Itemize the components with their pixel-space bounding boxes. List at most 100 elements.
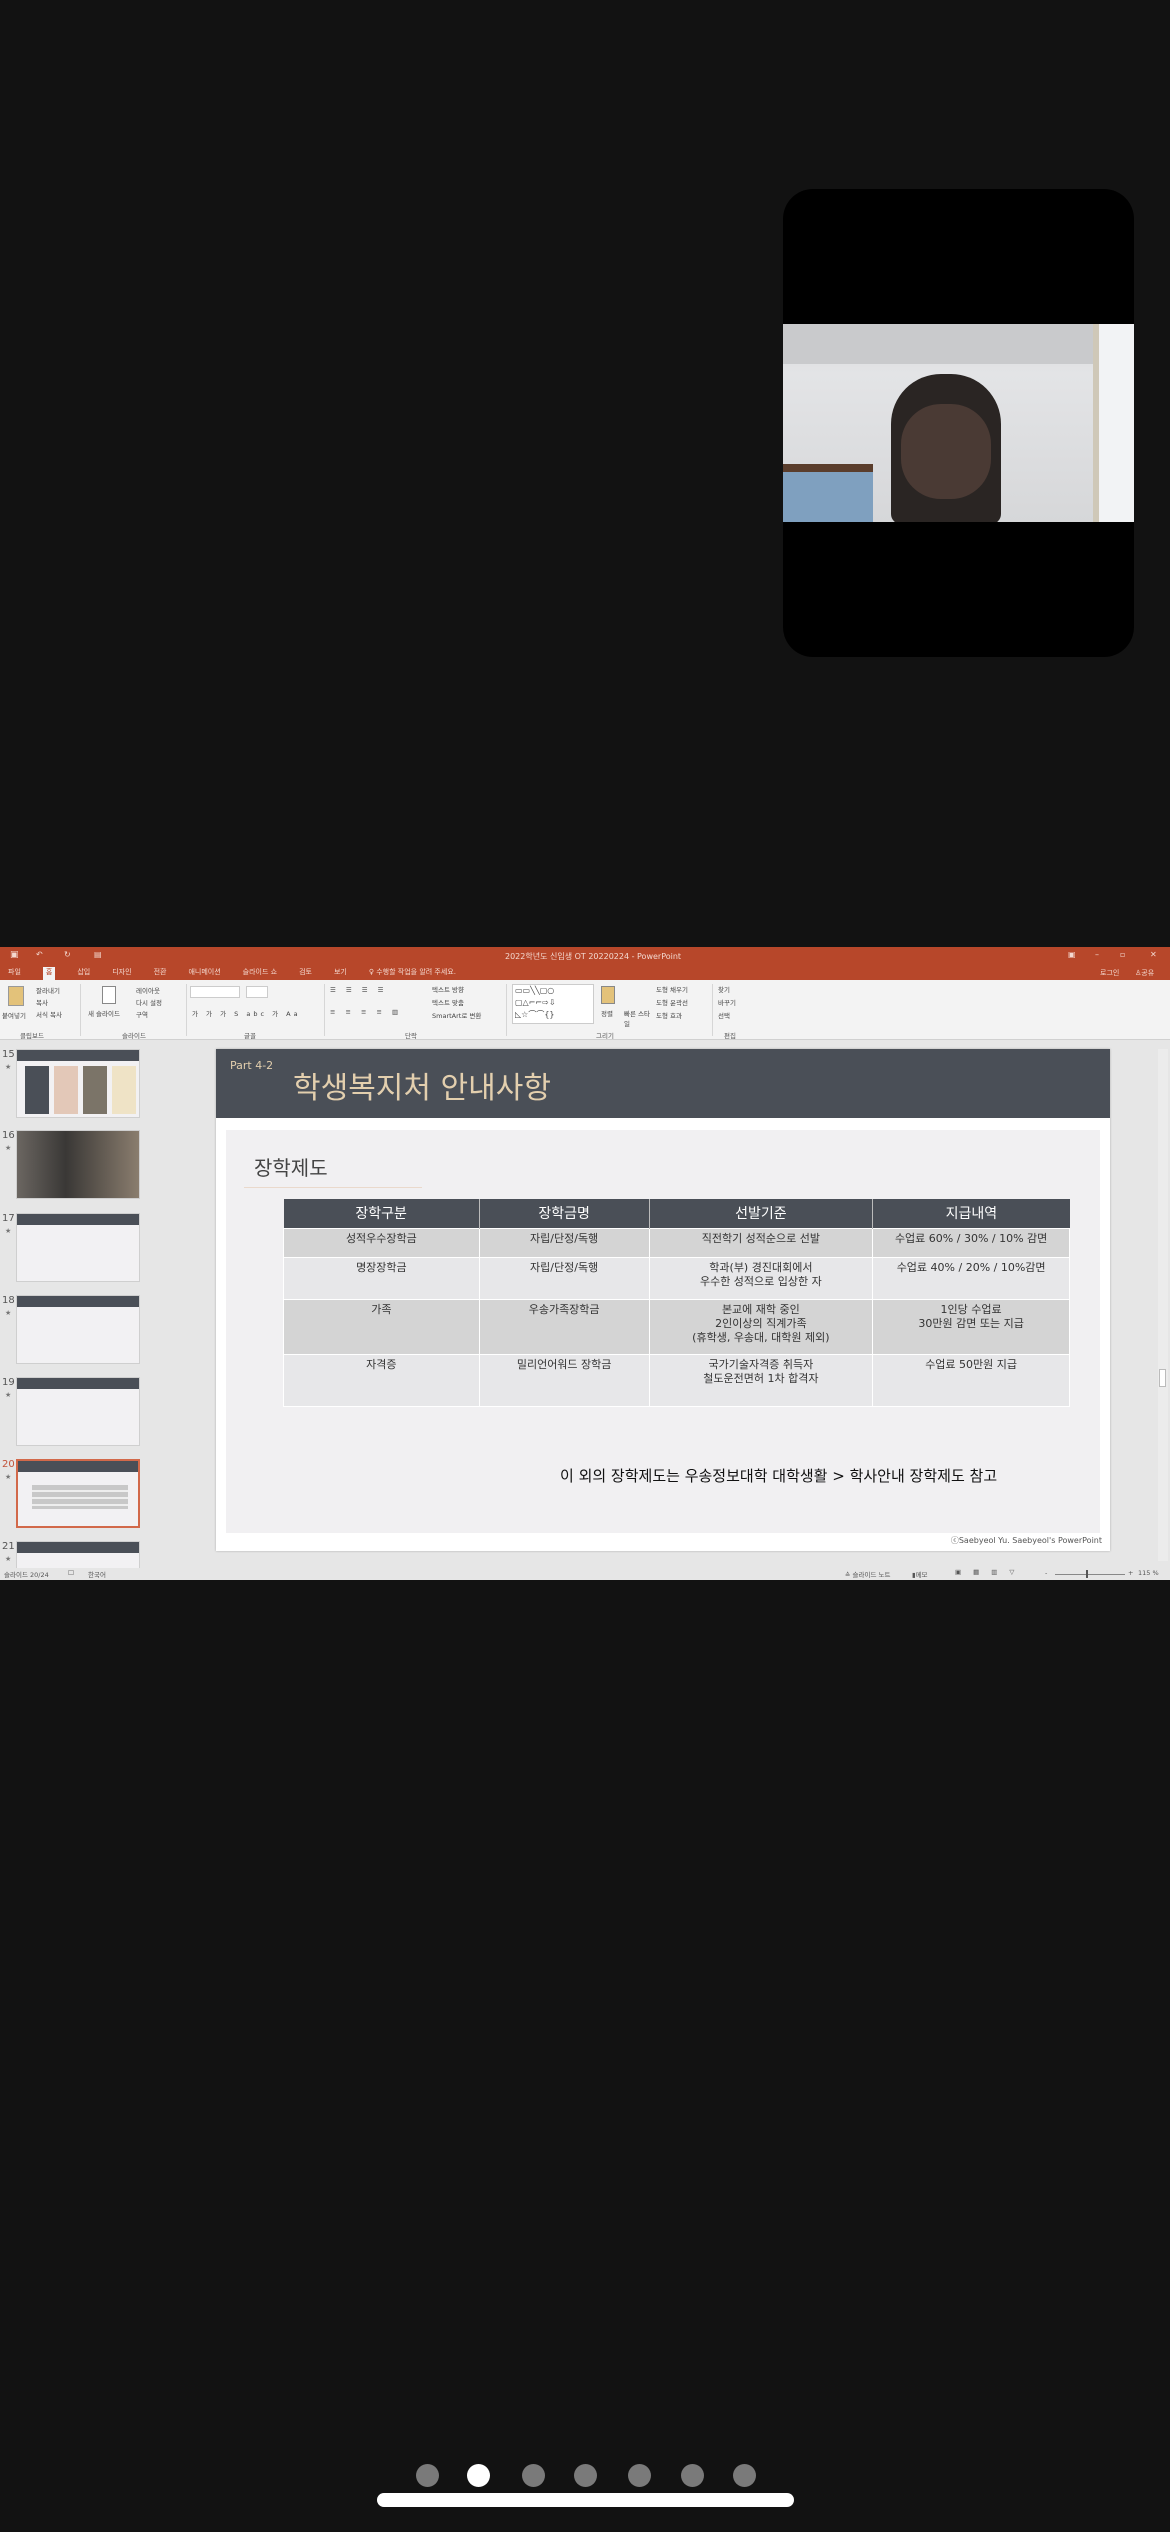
slide-thumbnail[interactable] <box>16 1295 140 1364</box>
thumbnail-header <box>17 1214 139 1225</box>
zoom-level[interactable]: 115 % <box>1138 1569 1159 1577</box>
reset-button[interactable]: 다시 설정 <box>136 997 162 1007</box>
shape-fill-button[interactable]: 도형 채우기 <box>656 984 688 994</box>
slide-thumbnail[interactable] <box>16 1377 140 1446</box>
slide-title: 학생복지처 안내사항 <box>293 1071 551 1106</box>
slide-thumbnail[interactable] <box>16 1213 140 1282</box>
list-buttons[interactable]: ☰ ☰ ☰ ☰ <box>330 986 388 994</box>
cut-button[interactable]: 잘라내기 <box>36 985 60 995</box>
smartart-button[interactable]: SmartArt로 변환 <box>432 1010 481 1020</box>
tab-slideshow[interactable]: 슬라이드 쇼 <box>243 967 277 980</box>
title-bar: ▣ ↶ ↻ ▤ 2022학년도 신입생 OT 20220224 - PowerP… <box>0 947 1170 980</box>
tab-file[interactable]: 파일 <box>8 967 21 980</box>
close-icon[interactable]: ✕ <box>1150 950 1157 959</box>
new-slide-icon[interactable] <box>102 986 116 1004</box>
share-button[interactable]: ♙공유 <box>1135 968 1154 978</box>
shape-effects-button[interactable]: 도형 효과 <box>656 1010 682 1020</box>
thumbnail-number: 16 <box>2 1130 15 1141</box>
tab-design[interactable]: 디자인 <box>112 967 131 980</box>
replace-button[interactable]: 바꾸기 <box>718 997 736 1007</box>
select-button[interactable]: 선택 <box>718 1010 730 1020</box>
slide-canvas[interactable]: Part 4-2 학생복지처 안내사항 장학제도 장학구분 장학금명 선발기준 … <box>216 1049 1110 1551</box>
thumbnail-number: 20 <box>2 1459 15 1470</box>
notes-button[interactable]: ≙ 슬라이드 노트 <box>845 1569 890 1579</box>
table-cell: 명장장학금 <box>283 1256 480 1300</box>
slide-thumbnail[interactable] <box>16 1459 140 1528</box>
maximize-icon[interactable]: ▫ <box>1120 950 1125 959</box>
font-format-buttons[interactable]: 가 가 가 S abc 가 Aa <box>192 1008 301 1018</box>
zoom-out-button[interactable]: - <box>1045 1569 1047 1577</box>
shapes-gallery[interactable]: ▭▭╲╲▢○ ▢△⌐⌐⇨⇩ ◺☆⌒⌒{} <box>512 984 594 1024</box>
shape-outline-button[interactable]: 도형 윤곽선 <box>656 997 688 1007</box>
column-header: 선발기준 <box>649 1199 874 1228</box>
table-cell: 가족 <box>283 1298 480 1355</box>
font-size-select[interactable] <box>246 986 268 998</box>
star-icon: ★ <box>5 1063 12 1071</box>
arrange-button[interactable]: 정렬 <box>601 1008 613 1018</box>
copyright: ⓒSaebyeol Yu. Saebyeol's PowerPoint <box>950 1536 1102 1545</box>
minimize-icon[interactable]: – <box>1095 950 1099 959</box>
page-dot[interactable] <box>574 2464 597 2487</box>
arrange-icon[interactable] <box>601 986 615 1004</box>
format-painter-button[interactable]: 서식 복사 <box>36 1009 62 1019</box>
page-dot[interactable] <box>628 2464 651 2487</box>
tab-home[interactable]: 홈 <box>42 967 56 980</box>
table-cell: 우송가족장학금 <box>478 1298 650 1355</box>
scholarship-table: 장학구분 장학금명 선발기준 지급내역 성적우수장학금 자립/단정/독행 직전학기 … <box>283 1199 1070 1407</box>
page-dot[interactable] <box>416 2464 439 2487</box>
copy-button[interactable]: 복사 <box>36 997 48 1007</box>
paste-button[interactable]: 붙여넣기 <box>2 1010 26 1020</box>
editor-scrollbar[interactable] <box>1158 1049 1168 1561</box>
tab-view[interactable]: 보기 <box>334 967 347 980</box>
page-dot[interactable] <box>467 2464 490 2487</box>
font-name-select[interactable] <box>190 986 240 998</box>
scrollbar-thumb[interactable] <box>1159 1369 1166 1387</box>
comment-icon[interactable]: ☐ <box>68 1569 74 1577</box>
ribbon-options-icon[interactable]: ▣ <box>1068 950 1076 959</box>
home-indicator[interactable] <box>377 2493 794 2507</box>
present-icon[interactable]: ▤ <box>94 950 102 959</box>
login-link[interactable]: 로그인 <box>1100 968 1119 978</box>
zoom-slider[interactable] <box>1055 1574 1125 1575</box>
subtitle-underline <box>244 1187 422 1188</box>
save-icon[interactable]: ▣ <box>10 950 19 960</box>
zoom-slider-thumb[interactable] <box>1086 1570 1088 1578</box>
section-button[interactable]: 구역 <box>136 1009 148 1019</box>
tab-transitions[interactable]: 전환 <box>154 967 167 980</box>
tell-me-input[interactable]: ♀ 수행할 작업을 알려 주세요. <box>369 967 456 980</box>
language[interactable]: 한국어 <box>88 1569 106 1579</box>
comments-button[interactable]: ▮메모 <box>912 1569 928 1579</box>
find-button[interactable]: 찾기 <box>718 984 730 994</box>
redo-icon[interactable]: ↻ <box>64 950 71 959</box>
notes-label: 슬라이드 노트 <box>852 1571 891 1579</box>
tab-animations[interactable]: 애니메이션 <box>188 967 220 980</box>
view-buttons[interactable]: ▣▦▥▽ <box>955 1568 1026 1576</box>
undo-icon[interactable]: ↶ <box>36 950 43 959</box>
video-tile[interactable] <box>783 189 1134 657</box>
slide-thumbnail[interactable] <box>16 1049 140 1118</box>
new-slide-button[interactable]: 새 슬라이드 <box>88 1008 120 1018</box>
ribbon-tabs: 파일 홈 삽입 디자인 전환 애니메이션 슬라이드 쇼 검토 보기 ♀ 수행할 … <box>8 967 456 980</box>
slide-content: 장학제도 장학구분 장학금명 선발기준 지급내역 성적우수장학금 자립/단정/독행… <box>226 1130 1100 1533</box>
align-buttons[interactable]: ≡ ≡ ≡ ≡ ▥ <box>330 1008 402 1016</box>
window-title: 2022학년도 신입생 OT 20220224 - PowerPoint <box>505 952 682 961</box>
page-dot[interactable] <box>522 2464 545 2487</box>
face <box>901 404 991 499</box>
star-icon: ★ <box>5 1309 12 1317</box>
layout-button[interactable]: 레이아웃 <box>136 985 160 995</box>
align-text-button[interactable]: 텍스트 맞춤 <box>432 997 464 1007</box>
table-cell: 성적우수장학금 <box>283 1227 480 1258</box>
table-header-row: 장학구분 장학금명 선발기준 지급내역 <box>283 1199 1070 1228</box>
tab-review[interactable]: 검토 <box>299 967 312 980</box>
page-dot[interactable] <box>733 2464 756 2487</box>
zoom-in-button[interactable]: + <box>1128 1569 1133 1577</box>
table-row: 가족 우송가족장학금 본교에 재학 중인 2인이상의 직계가족 (휴학생, 우송대,… <box>283 1298 1070 1355</box>
tab-insert[interactable]: 삽입 <box>77 967 90 980</box>
slide-thumbnail[interactable] <box>16 1130 140 1199</box>
slide-thumbnail[interactable] <box>16 1541 140 1568</box>
text-direction-button[interactable]: 텍스트 방향 <box>432 984 464 994</box>
slide-thumbnail-pane: 15 ★ 16 ★ 17 ★ 18 ★ 19 ★ 20 ★ 21 ★ <box>0 1041 152 1568</box>
paste-icon[interactable] <box>8 986 24 1006</box>
quick-styles-button[interactable]: 빠른 스타일 <box>624 1008 650 1028</box>
page-dot[interactable] <box>681 2464 704 2487</box>
